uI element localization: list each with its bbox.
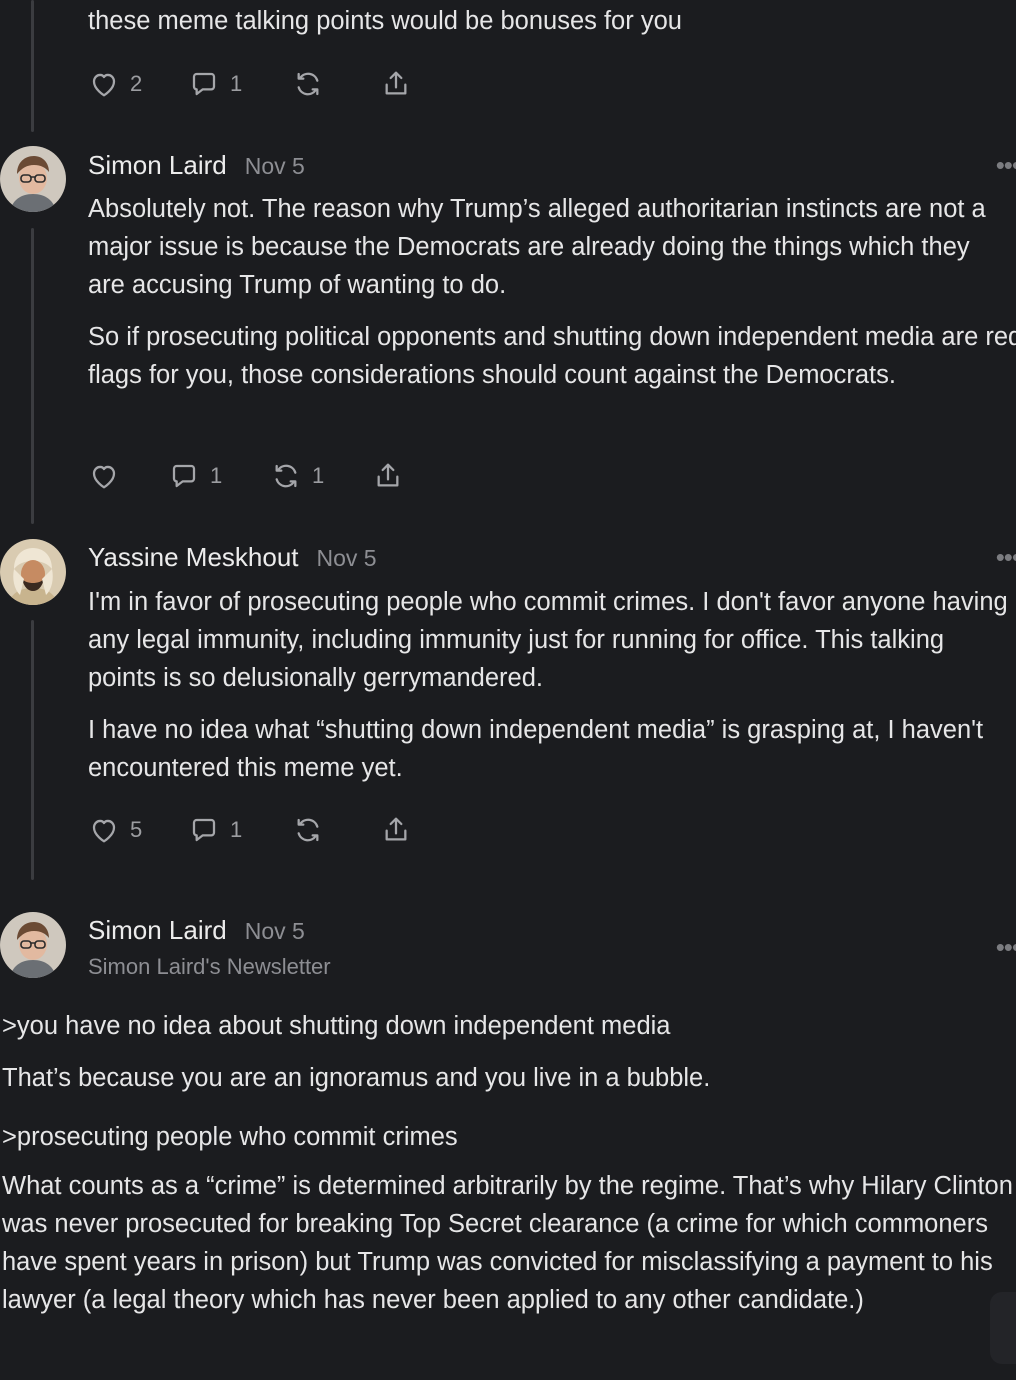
restack-icon (297, 72, 319, 96)
comment-date[interactable]: Nov 5 (245, 153, 305, 180)
avatar[interactable] (0, 539, 66, 605)
comment-header: Simon Laird Nov 5 (88, 150, 305, 181)
more-icon[interactable]: ••• (996, 542, 1016, 573)
comment-paragraph: So if prosecuting political opponents an… (88, 323, 1016, 389)
restack-button[interactable]: 1 (270, 460, 372, 492)
comment-paragraph: That’s because you are an ignoramus and … (2, 1064, 711, 1092)
more-icon[interactable]: ••• (996, 932, 1016, 963)
avatar[interactable] (0, 912, 66, 978)
comment-date[interactable]: Nov 5 (317, 545, 377, 572)
like-count: 5 (130, 817, 143, 842)
author-name[interactable]: Yassine Meskhout (88, 542, 299, 573)
reply-button[interactable]: 1 (168, 460, 270, 492)
avatar[interactable] (0, 146, 66, 212)
share-icon (385, 71, 407, 95)
like-count: 2 (130, 71, 143, 96)
restack-icon (297, 818, 319, 842)
comment-date[interactable]: Nov 5 (245, 918, 305, 945)
comment-actions: 5 1 (88, 812, 412, 848)
reply-button[interactable]: 1 (188, 814, 292, 846)
comment-paragraph: I have no idea what “shutting down indep… (88, 716, 984, 782)
comment-actions: 2 1 (88, 66, 412, 102)
newsletter-name[interactable]: Simon Laird's Newsletter (88, 954, 331, 980)
like-button[interactable]: 5 (88, 814, 188, 846)
comment-paragraph: >you have no idea about shutting down in… (2, 1012, 671, 1040)
like-button[interactable]: 2 (88, 68, 188, 100)
comment-icon (172, 464, 196, 488)
reply-button[interactable]: 1 (188, 68, 292, 100)
avatar-image (0, 539, 66, 605)
thread-line (31, 0, 34, 132)
author-name[interactable]: Simon Laird (88, 915, 227, 946)
like-button[interactable] (88, 460, 168, 492)
scroll-handle[interactable] (990, 1292, 1016, 1364)
share-button[interactable] (380, 68, 412, 100)
author-name[interactable]: Simon Laird (88, 150, 227, 181)
comment-paragraph: I'm in favor of prosecuting people who c… (88, 588, 1008, 692)
avatar-image (0, 912, 66, 978)
share-icon (377, 463, 399, 487)
reply-count: 1 (210, 463, 223, 488)
heart-icon (92, 819, 116, 843)
reply-count: 1 (230, 817, 243, 842)
heart-icon (92, 465, 116, 489)
avatar-image (0, 146, 66, 212)
comment-paragraph: >prosecuting people who commit crimes (2, 1123, 458, 1151)
restack-icon (275, 464, 297, 488)
reply-count: 1 (230, 71, 243, 96)
more-icon[interactable]: ••• (996, 150, 1016, 181)
comment-actions: 1 1 (88, 458, 404, 494)
comment-header: Yassine Meskhout Nov 5 (88, 542, 377, 573)
comment-header: Simon Laird Nov 5 (88, 915, 305, 946)
thread-line (31, 620, 34, 880)
comment-text: these meme talking points would be bonus… (88, 7, 682, 35)
comments-thread: these meme talking points would be bonus… (0, 0, 1016, 1380)
share-icon (385, 817, 407, 841)
comment-paragraph: Absolutely not. The reason why Trump’s a… (88, 195, 986, 299)
comment-icon (192, 72, 216, 96)
restack-button[interactable] (292, 68, 380, 100)
comment-paragraph: What counts as a “crime” is determined a… (2, 1172, 1013, 1314)
share-button[interactable] (372, 460, 404, 492)
share-button[interactable] (380, 814, 412, 846)
thread-line (31, 228, 34, 524)
heart-icon (92, 73, 116, 97)
restack-button[interactable] (292, 814, 380, 846)
comment-icon (192, 818, 216, 842)
restack-count: 1 (312, 463, 325, 488)
